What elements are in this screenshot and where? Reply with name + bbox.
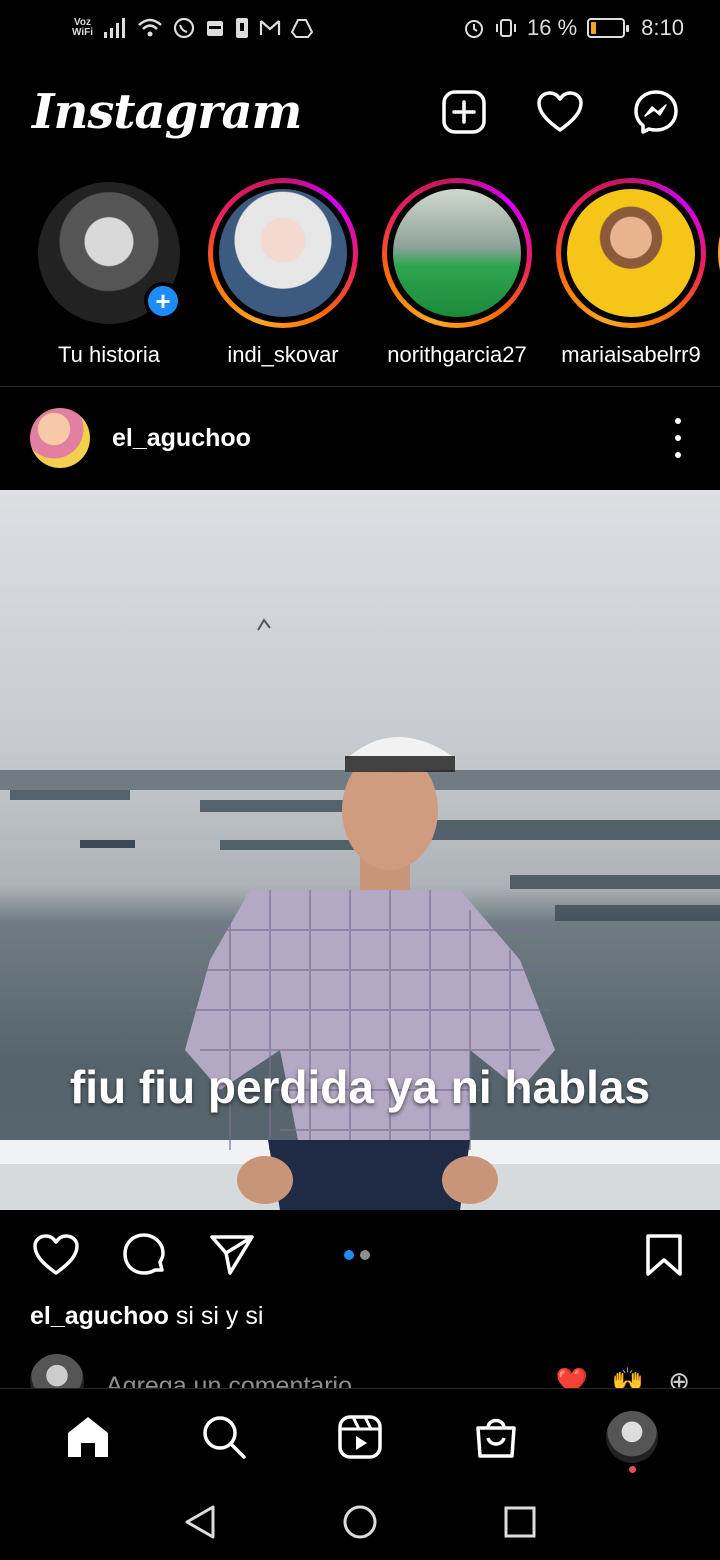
media-caption-text: fiu fiu perdida ya ni hablas xyxy=(69,1061,651,1113)
carousel-dot xyxy=(344,1250,354,1260)
post-author-username[interactable]: el_aguchoo xyxy=(112,424,251,453)
battery-fill xyxy=(591,22,596,34)
heart-icon xyxy=(537,91,583,132)
messenger-button[interactable] xyxy=(632,88,680,136)
like-button[interactable] xyxy=(30,1229,82,1281)
add-emoji-button[interactable]: ⊕ xyxy=(668,1366,690,1388)
vibrate-icon xyxy=(495,17,517,39)
status-right: 16 % 8:10 xyxy=(463,15,684,41)
story-item[interactable]: norithgarcia27 xyxy=(370,178,544,378)
add-comment-row: Agrega un comentario... ❤️ 🙌 ⊕ xyxy=(0,1352,720,1388)
reels-icon xyxy=(338,1414,382,1459)
heart-icon xyxy=(33,1234,79,1275)
signal-icon xyxy=(103,18,127,38)
home-circle-icon xyxy=(343,1505,377,1539)
alarm-icon xyxy=(463,17,485,39)
shop-icon xyxy=(476,1418,516,1458)
back-icon xyxy=(185,1505,215,1539)
post-options-button[interactable] xyxy=(666,418,690,458)
story-ring xyxy=(208,178,358,328)
story-username: mariaisabelrr9 xyxy=(561,342,701,367)
comment-button[interactable] xyxy=(118,1229,170,1281)
instagram-logo[interactable]: Instagram xyxy=(32,84,302,140)
story-ring: + xyxy=(34,178,184,328)
more-dot-icon xyxy=(675,452,681,458)
carousel-indicator xyxy=(344,1250,370,1260)
battery-percent: 16 % xyxy=(527,15,578,40)
battery-icon xyxy=(587,18,630,38)
system-nav-bar xyxy=(0,1484,720,1560)
comment-avatar xyxy=(30,1354,84,1388)
voz-wifi-label: Voz WiFi xyxy=(72,18,93,38)
share-button[interactable] xyxy=(206,1229,258,1281)
search-icon xyxy=(203,1415,246,1459)
divider xyxy=(0,386,720,387)
status-bar: Voz WiFi 16 % 8:10 xyxy=(0,0,720,56)
home-icon xyxy=(68,1416,108,1457)
story-item[interactable]: mariaisabelrr9 xyxy=(544,178,718,378)
clock: 8:10 xyxy=(641,15,684,40)
story-ring xyxy=(382,178,532,328)
calendar-icon xyxy=(205,18,225,38)
gmail-icon xyxy=(259,19,281,37)
recents-icon xyxy=(504,1506,536,1538)
stories-tray: + Tu historia indi_skovar norithgarcia27… xyxy=(0,178,720,378)
nav-reels-button[interactable] xyxy=(330,1407,390,1467)
nav-shop-button[interactable] xyxy=(466,1407,526,1467)
story-ring xyxy=(556,178,706,328)
whatsapp-icon xyxy=(173,17,195,39)
heart-emoji-button[interactable]: ❤️ xyxy=(555,1366,587,1388)
clap-emoji-button[interactable]: 🙌 xyxy=(612,1366,644,1388)
caption-username[interactable]: el_aguchoo xyxy=(30,1302,169,1330)
app-header: Instagram xyxy=(0,56,720,168)
quick-emoji-bar: ❤️ 🙌 ⊕ xyxy=(555,1366,690,1388)
add-story-icon[interactable]: + xyxy=(144,282,182,320)
post-media[interactable]: fiu fiu perdida ya ni hablas xyxy=(0,490,720,1210)
more-dot-icon xyxy=(675,418,681,424)
send-icon xyxy=(210,1235,254,1275)
new-post-icon xyxy=(442,90,486,134)
caption-text: si si y si xyxy=(175,1302,264,1330)
nav-home-button[interactable] xyxy=(58,1407,118,1467)
carousel-dot xyxy=(360,1250,370,1260)
drive-icon xyxy=(291,18,314,38)
nav-search-button[interactable] xyxy=(194,1407,254,1467)
story-ring-inner xyxy=(387,183,527,323)
profile-avatar xyxy=(606,1410,658,1463)
story-own[interactable]: + Tu historia xyxy=(22,178,196,378)
system-home-button[interactable] xyxy=(340,1502,380,1542)
comment-icon xyxy=(123,1233,165,1275)
story-avatar xyxy=(567,189,695,317)
story-ring-inner xyxy=(213,183,353,323)
bottom-nav xyxy=(0,1388,720,1484)
nav-profile-button[interactable] xyxy=(602,1407,662,1473)
carrier-text: Voz WiFi xyxy=(72,17,94,38)
comment-input[interactable]: Agrega un comentario... xyxy=(106,1372,373,1388)
post-actions xyxy=(0,1210,720,1300)
story-username: Tu historia xyxy=(58,342,160,367)
notification-dot xyxy=(629,1465,636,1473)
post-header: el_aguchoo xyxy=(0,388,720,488)
story-avatar xyxy=(219,189,347,317)
story-item[interactable]: indi_skovar xyxy=(196,178,370,378)
story-username: norithgarcia27 xyxy=(387,342,527,367)
activity-button[interactable] xyxy=(536,88,584,136)
system-recents-button[interactable] xyxy=(500,1502,540,1542)
save-button[interactable] xyxy=(638,1229,690,1281)
status-left: Voz WiFi xyxy=(72,17,314,39)
new-post-button[interactable] xyxy=(440,88,488,136)
story-ring-inner xyxy=(561,183,701,323)
story-avatar xyxy=(393,189,521,317)
wifi-icon xyxy=(137,18,163,38)
story-username: indi_skovar xyxy=(227,342,339,367)
system-back-button[interactable] xyxy=(180,1502,220,1542)
messenger-icon xyxy=(634,90,678,134)
more-dot-icon xyxy=(675,435,681,441)
bookmark-icon xyxy=(646,1234,682,1276)
post-caption: el_aguchoo si si y si xyxy=(30,1302,263,1331)
post-author-avatar[interactable] xyxy=(30,408,90,468)
header-actions xyxy=(440,88,680,136)
sim-icon xyxy=(235,17,249,39)
